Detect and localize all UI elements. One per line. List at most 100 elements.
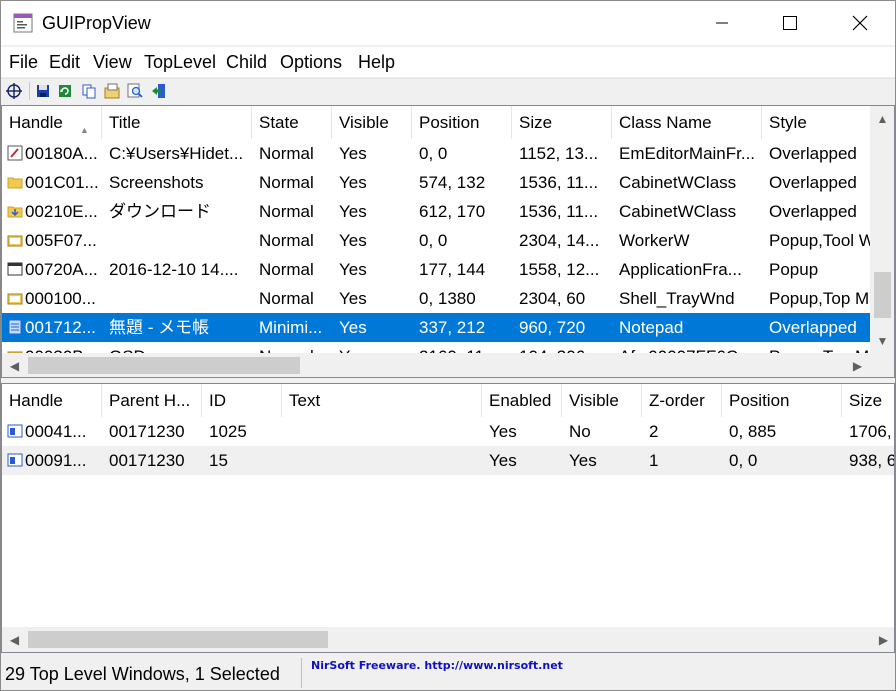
scroll-left-arrow-icon[interactable]: ◀ <box>2 627 27 652</box>
top-level-windows-list[interactable]: Handle▲ Title State Visible Position Siz… <box>1 105 895 378</box>
maximize-button[interactable] <box>756 1 824 45</box>
column-header-style[interactable]: Style <box>762 106 870 139</box>
column-header-text[interactable]: Text <box>282 384 482 417</box>
crosshair-button[interactable] <box>4 81 24 101</box>
bottom-list-row[interactable]: 00091...0017123015YesYes10, 0938, 6 <box>2 446 895 475</box>
top-list-row[interactable]: 005F07...NormalYes0, 02304, 14...WorkerW… <box>2 226 870 255</box>
top-list-header: Handle▲ Title State Visible Position Siz… <box>2 106 870 139</box>
top-list-vscroll-thumb[interactable] <box>874 272 891 318</box>
top-list-row[interactable]: 000100...NormalYes0, 13802304, 60Shell_T… <box>2 284 870 313</box>
scroll-down-arrow-icon[interactable]: ▼ <box>870 328 895 353</box>
properties-button[interactable] <box>102 81 122 101</box>
top-cell-visible: Yes <box>332 139 412 168</box>
column-header-child-handle[interactable]: Handle <box>2 384 102 417</box>
exit-button[interactable] <box>149 81 169 101</box>
bottom-cell-text <box>282 446 482 475</box>
top-cell-state: Normal <box>252 284 332 313</box>
column-header-state[interactable]: State <box>252 106 332 139</box>
bottom-cell-enabled: Yes <box>482 446 562 475</box>
top-list-hscroll-thumb[interactable] <box>28 357 300 374</box>
bottom-cell-size: 1706, <box>842 417 895 446</box>
top-list-horizontal-scrollbar[interactable]: ◀ ▶ <box>2 353 870 378</box>
properties-icon <box>104 83 120 99</box>
top-cell-style: Overlapped <box>762 168 870 197</box>
top-cell-position: 2160, 11... <box>412 342 512 353</box>
top-cell-position: 612, 170 <box>412 197 512 226</box>
top-cell-class-name: Shell_TrayWnd <box>612 284 762 313</box>
scroll-left-arrow-icon[interactable]: ◀ <box>2 353 27 378</box>
top-cell-position: 0, 0 <box>412 226 512 255</box>
top-cell-handle: 000100... <box>18 284 102 313</box>
top-cell-size: 1558, 12... <box>512 255 612 284</box>
column-header-child-visible[interactable]: Visible <box>562 384 642 417</box>
column-header-title[interactable]: Title <box>102 106 252 139</box>
scroll-up-arrow-icon[interactable]: ▲ <box>870 106 895 131</box>
column-header-class-name[interactable]: Class Name <box>612 106 762 139</box>
menu-child[interactable]: Child <box>226 52 267 73</box>
bottom-list-header: Handle Parent H... ID Text Enabled Visib… <box>2 384 895 417</box>
app-window: GUIPropView File Edit View TopLevel Chil… <box>0 0 896 691</box>
scroll-right-arrow-icon[interactable]: ▶ <box>871 627 895 652</box>
menu-file[interactable]: File <box>9 52 38 73</box>
column-header-parent-handle[interactable]: Parent H... <box>102 384 202 417</box>
minimize-button[interactable] <box>688 1 756 45</box>
copy-button[interactable] <box>79 81 99 101</box>
bottom-cell-id: 15 <box>202 446 282 475</box>
bottom-list-hscroll-thumb[interactable] <box>28 631 328 648</box>
title-bar[interactable]: GUIPropView <box>1 1 895 45</box>
column-header-handle[interactable]: Handle▲ <box>2 106 102 139</box>
top-cell-position: 574, 132 <box>412 168 512 197</box>
find-button[interactable] <box>125 81 145 101</box>
top-cell-state: Minimi... <box>252 313 332 342</box>
top-cell-title <box>102 284 252 313</box>
column-header-size[interactable]: Size <box>512 106 612 139</box>
bottom-list-row[interactable]: 00041...001712301025YesNo20, 8851706, <box>2 417 895 446</box>
bottom-list-horizontal-scrollbar[interactable]: ◀ ▶ <box>2 627 895 652</box>
nirsoft-link[interactable]: NirSoft Freeware. http://www.nirsoft.net <box>311 659 563 672</box>
column-header-child-size[interactable]: Size <box>842 384 895 417</box>
top-list-row[interactable]: 00030B...OSDNormalYes2160, 11...104, 306… <box>2 342 870 353</box>
top-list-row[interactable]: 001C01...ScreenshotsNormalYes574, 132153… <box>2 168 870 197</box>
top-cell-handle: 00030B... <box>18 342 102 353</box>
column-header-position[interactable]: Position <box>412 106 512 139</box>
bottom-cell-text <box>282 417 482 446</box>
find-icon <box>127 83 143 99</box>
column-header-visible[interactable]: Visible <box>332 106 412 139</box>
refresh-button[interactable] <box>55 81 75 101</box>
close-icon <box>852 15 868 31</box>
minimize-icon <box>716 17 728 29</box>
menu-options[interactable]: Options <box>280 52 342 73</box>
top-cell-visible: Yes <box>332 226 412 255</box>
top-cell-style: Overlapped <box>762 139 870 168</box>
app-icon <box>13 13 33 33</box>
top-cell-style: Overlapped <box>762 197 870 226</box>
top-cell-state: Normal <box>252 197 332 226</box>
menu-edit[interactable]: Edit <box>49 52 80 73</box>
bottom-cell-z-order: 2 <box>642 417 722 446</box>
top-cell-size: 2304, 60 <box>512 284 612 313</box>
child-windows-list[interactable]: Handle Parent H... ID Text Enabled Visib… <box>1 383 895 653</box>
top-list-row[interactable]: 00210E...ダウンロードNormalYes612, 1701536, 11… <box>2 197 870 226</box>
top-cell-state: Normal <box>252 342 332 353</box>
menu-toplevel[interactable]: TopLevel <box>144 52 216 73</box>
column-header-child-position[interactable]: Position <box>722 384 842 417</box>
bottom-cell-size: 938, 6 <box>842 446 895 475</box>
menu-help[interactable]: Help <box>358 52 395 73</box>
top-cell-position: 0, 0 <box>412 139 512 168</box>
bottom-cell-handle: 00091... <box>18 446 102 475</box>
top-list-row[interactable]: 00720A...2016-12-10 14....NormalYes177, … <box>2 255 870 284</box>
menu-view[interactable]: View <box>93 52 132 73</box>
scroll-right-arrow-icon[interactable]: ▶ <box>845 353 870 378</box>
top-cell-style: Popup,Top M <box>762 284 870 313</box>
top-cell-style: Popup,Top M <box>762 342 870 353</box>
close-button[interactable] <box>826 1 894 45</box>
column-header-z-order[interactable]: Z-order <box>642 384 722 417</box>
column-header-id[interactable]: ID <box>202 384 282 417</box>
bottom-cell-position: 0, 885 <box>722 417 842 446</box>
save-button[interactable] <box>33 81 53 101</box>
column-header-enabled[interactable]: Enabled <box>482 384 562 417</box>
top-list-row[interactable]: 001712...無題 - メモ帳Minimi...Yes337, 212960… <box>2 313 870 342</box>
top-list-vertical-scrollbar[interactable]: ▲ ▼ <box>870 106 895 353</box>
maximize-icon <box>783 16 797 30</box>
top-list-row[interactable]: 00180A...C:¥Users¥Hidet...NormalYes0, 01… <box>2 139 870 168</box>
